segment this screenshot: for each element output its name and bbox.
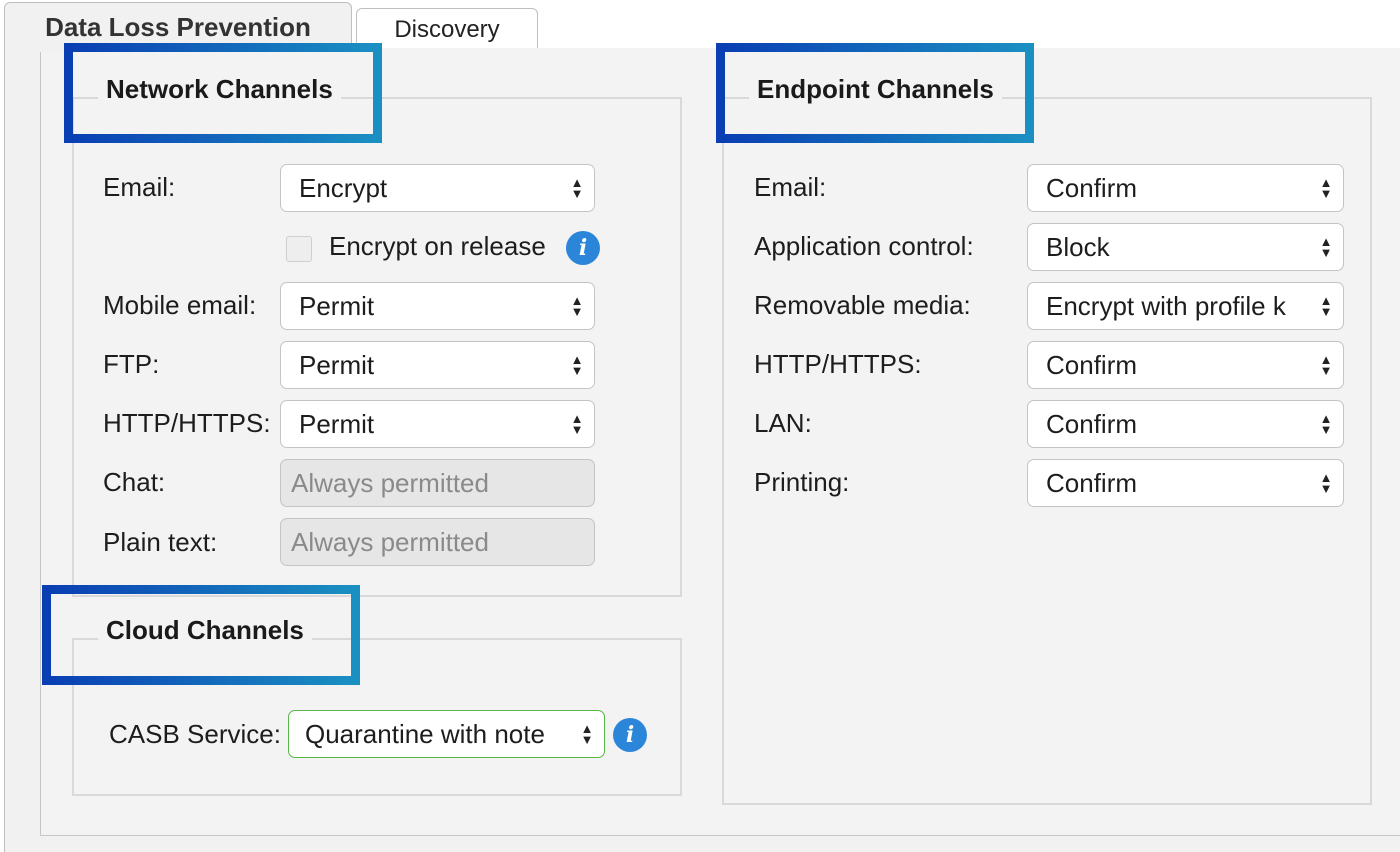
endpoint-http-select[interactable]: Confirm ▲ ▼	[1027, 341, 1344, 389]
casb-service-value: Quarantine with note	[305, 718, 545, 749]
endpoint-email-label: Email:	[754, 172, 827, 202]
network-ftp-value: Permit	[299, 349, 375, 380]
network-http-label: HTTP/HTTPS:	[103, 408, 271, 438]
encrypt-on-release-checkbox[interactable]	[286, 236, 312, 262]
select-arrows-icon: ▲ ▼	[1319, 175, 1333, 201]
endpoint-printing-value: Confirm	[1046, 467, 1138, 498]
endpoint-removable-media-select[interactable]: Encrypt with profile k ▲ ▼	[1027, 282, 1344, 330]
select-arrows-icon: ▲ ▼	[1319, 470, 1333, 496]
network-mobile-email-label: Mobile email:	[103, 290, 257, 320]
network-chat-field: Always permitted	[280, 459, 595, 507]
tab-discovery[interactable]: Discovery	[356, 8, 538, 50]
endpoint-http-label: HTTP/HTTPS:	[754, 349, 922, 379]
network-email-select[interactable]: Encrypt ▲ ▼	[280, 164, 595, 212]
select-arrows-icon: ▲ ▼	[580, 721, 594, 747]
network-email-value: Encrypt	[299, 172, 388, 203]
select-arrows-icon: ▲ ▼	[1319, 411, 1333, 437]
endpoint-channels-title: Endpoint Channels	[749, 74, 1002, 105]
network-plain-text-field: Always permitted	[280, 518, 595, 566]
endpoint-email-value: Confirm	[1046, 172, 1138, 203]
endpoint-app-control-value: Block	[1046, 231, 1110, 262]
endpoint-lan-select[interactable]: Confirm ▲ ▼	[1027, 400, 1344, 448]
select-arrows-icon: ▲ ▼	[570, 293, 584, 319]
network-channels-title: Network Channels	[98, 74, 341, 105]
casb-service-label: CASB Service:	[109, 719, 281, 749]
select-arrows-icon: ▲ ▼	[1319, 234, 1333, 260]
endpoint-removable-media-value: Encrypt with profile k	[1046, 290, 1286, 321]
network-chat-label: Chat:	[103, 467, 166, 497]
endpoint-http-value: Confirm	[1046, 349, 1138, 380]
select-arrows-icon: ▲ ▼	[570, 411, 584, 437]
endpoint-app-control-select[interactable]: Block ▲ ▼	[1027, 223, 1344, 271]
tab-data-loss-prevention[interactable]: Data Loss Prevention	[4, 2, 352, 52]
endpoint-app-control-label: Application control:	[754, 231, 974, 261]
info-icon[interactable]: i	[613, 718, 647, 752]
network-http-value: Permit	[299, 408, 375, 439]
endpoint-printing-select[interactable]: Confirm ▲ ▼	[1027, 459, 1344, 507]
network-plain-text-label: Plain text:	[103, 527, 218, 557]
select-arrows-icon: ▲ ▼	[1319, 352, 1333, 378]
network-mobile-email-value: Permit	[299, 290, 375, 321]
network-ftp-label: FTP:	[103, 349, 160, 379]
select-arrows-icon: ▲ ▼	[570, 175, 584, 201]
endpoint-lan-label: LAN:	[754, 408, 812, 438]
network-http-select[interactable]: Permit ▲ ▼	[280, 400, 595, 448]
endpoint-removable-media-label: Removable media:	[754, 290, 971, 320]
casb-service-select[interactable]: Quarantine with note ▲ ▼	[288, 710, 605, 758]
network-email-label: Email:	[103, 172, 176, 202]
select-arrows-icon: ▲ ▼	[570, 352, 584, 378]
network-mobile-email-select[interactable]: Permit ▲ ▼	[280, 282, 595, 330]
info-icon[interactable]: i	[566, 231, 600, 265]
endpoint-lan-value: Confirm	[1046, 408, 1138, 439]
encrypt-on-release-label: Encrypt on release	[329, 231, 546, 261]
network-ftp-select[interactable]: Permit ▲ ▼	[280, 341, 595, 389]
select-arrows-icon: ▲ ▼	[1319, 293, 1333, 319]
cloud-channels-title: Cloud Channels	[98, 615, 312, 646]
endpoint-printing-label: Printing:	[754, 467, 850, 497]
endpoint-email-select[interactable]: Confirm ▲ ▼	[1027, 164, 1344, 212]
